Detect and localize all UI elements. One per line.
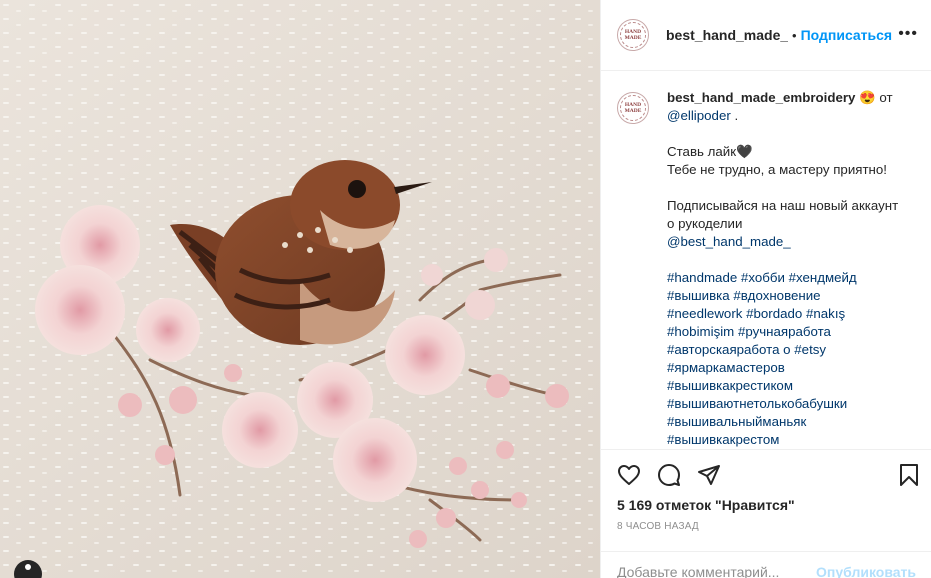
post-sidebar: HAND MADE best_hand_made_embroidery • По… <box>600 0 931 578</box>
smiling-face-emoji: 😍 <box>859 90 876 105</box>
hashtag-line[interactable]: #hobimişim #ручнаяработа <box>667 323 907 341</box>
avatar[interactable]: HAND MADE <box>617 19 649 51</box>
hashtag-line[interactable]: #ярмаркамастеров <box>667 359 907 377</box>
follow-button[interactable]: Подписаться <box>801 27 893 43</box>
avatar-logo: HAND MADE <box>620 22 646 48</box>
embroidery-illustration <box>0 0 600 578</box>
likes-count[interactable]: 5 169 отметок "Нравится" <box>617 497 795 513</box>
share-icon[interactable] <box>697 463 721 487</box>
hashtag-line[interactable]: #вышиваютнетолькобабушки <box>667 395 907 413</box>
publish-button[interactable]: Опубликовать <box>816 564 916 578</box>
post-image[interactable] <box>0 0 600 578</box>
comment-bar: Опубликовать <box>601 551 931 578</box>
hashtag-line[interactable]: #вышивальныйманьяк <box>667 413 907 431</box>
separator-dot: • <box>792 27 797 43</box>
mention-link[interactable]: @ellipoder <box>667 108 731 123</box>
hashtag-line[interactable]: #handmade #хобби #хендмейд <box>667 269 907 287</box>
comment-icon[interactable] <box>657 463 681 487</box>
caption-text: best_hand_made_embroidery 😍 от @ellipode… <box>667 89 907 448</box>
heart-icon[interactable] <box>617 463 641 487</box>
caption-line: Тебе не трудно, а мастеру приятно! <box>667 162 887 177</box>
bookmark-icon[interactable] <box>897 463 921 487</box>
hashtag-line[interactable]: #вышивкакрестиком <box>667 377 907 395</box>
hashtag-line[interactable]: #вышивка #вдохновение <box>667 287 907 305</box>
caption-line: Ставь лайк🖤 <box>667 144 753 159</box>
mention-link[interactable]: @best_hand_made_ <box>667 233 907 251</box>
hashtag-line[interactable]: #вышивкакрестом <box>667 431 907 448</box>
more-options-icon[interactable]: ••• <box>898 26 918 42</box>
caption-username-link[interactable]: best_hand_made_embroidery <box>667 90 855 105</box>
caption-line: Подписывайся на наш новый аккаунт о руко… <box>667 198 899 231</box>
caption-period: . <box>734 108 739 123</box>
caption-avatar[interactable]: HAND MADE <box>617 92 649 124</box>
post-actions: 5 169 отметок "Нравится" 8 ЧАСОВ НАЗАД <box>601 449 931 567</box>
hashtag-line[interactable]: #авторскаяработа о #etsy <box>667 341 907 359</box>
post-timestamp[interactable]: 8 ЧАСОВ НАЗАД <box>617 521 699 532</box>
caption: HAND MADE best_hand_made_embroidery 😍 от… <box>601 72 931 448</box>
post: HAND MADE best_hand_made_embroidery • По… <box>0 0 931 578</box>
post-header: HAND MADE best_hand_made_embroidery • По… <box>601 0 931 71</box>
avatar-logo: HAND MADE <box>620 95 646 121</box>
comment-input[interactable] <box>617 563 817 578</box>
hashtag-line[interactable]: #needlework #bordado #nakış <box>667 305 907 323</box>
caption-by: от <box>879 90 893 105</box>
username-link[interactable]: best_hand_made_embroidery <box>666 27 788 43</box>
